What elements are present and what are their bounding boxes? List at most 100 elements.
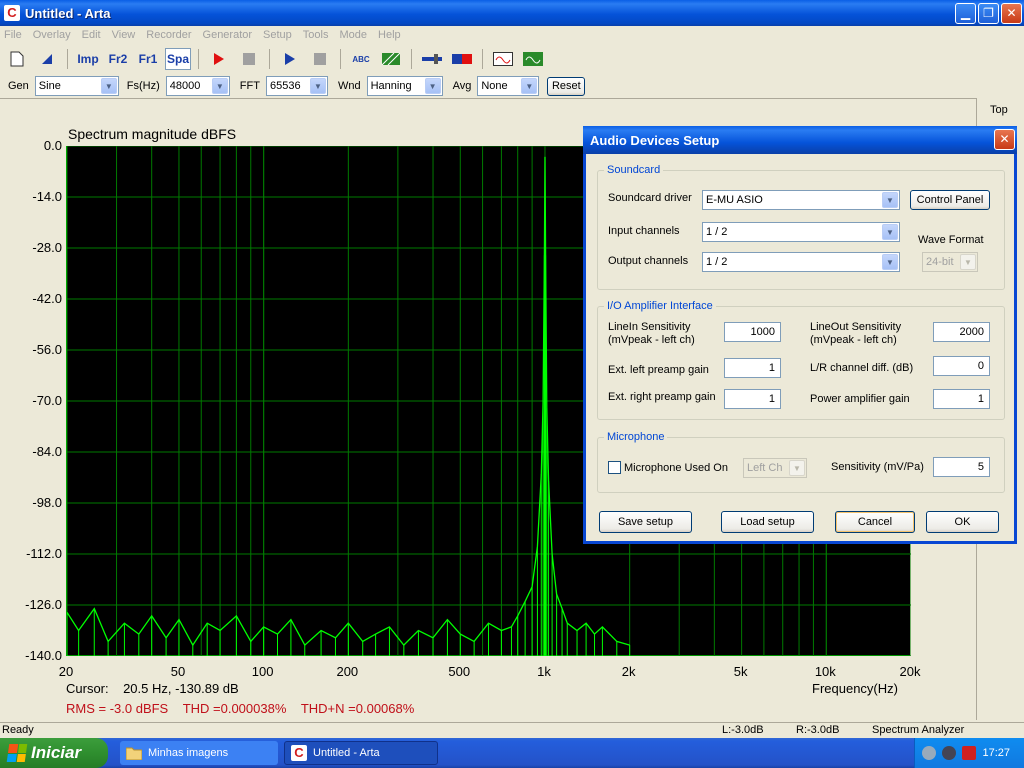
annotation-icon-label: ABC	[352, 54, 370, 64]
lr-channel-diff-input[interactable]: 0	[933, 356, 990, 376]
lineout-sensitivity-label-line1: LineOut Sensitivity	[810, 321, 902, 333]
menu-view[interactable]: View	[112, 29, 136, 41]
soundcard-driver-select[interactable]: E-MU ASIO ▼	[702, 190, 900, 210]
soundcard-group-title: Soundcard	[604, 164, 664, 176]
minimize-button[interactable]: ▁	[955, 3, 976, 24]
title-bar[interactable]: C Untitled - Arta ▁ ❐ ✕	[0, 0, 1024, 26]
open-icon[interactable]	[34, 48, 60, 70]
fft-size-select[interactable]: 65536 ▼	[265, 76, 328, 96]
scope-wave-icon[interactable]	[520, 48, 546, 70]
ext-right-preamp-label: Ext. right preamp gain	[608, 391, 716, 403]
control-panel-button[interactable]: Control Panel	[910, 190, 990, 210]
ext-left-preamp-input[interactable]: 1	[724, 358, 781, 378]
impulse-mode-button[interactable]: Imp	[75, 48, 101, 70]
toolbar-separator	[340, 49, 341, 69]
menu-file[interactable]: File	[4, 29, 22, 41]
microphone-group-title: Microphone	[604, 431, 668, 443]
window-function-value: Hanning	[370, 80, 412, 92]
clock: 17:27	[982, 747, 1010, 759]
generator-value: Sine	[38, 80, 61, 92]
linein-sensitivity-input[interactable]: 1000	[724, 322, 781, 342]
x-tick-label: 10k	[814, 664, 836, 679]
menu-edit[interactable]: Edit	[82, 29, 101, 41]
restore-button[interactable]: ❐	[978, 3, 999, 24]
security-shield-icon[interactable]	[962, 746, 977, 760]
dialog-close-button[interactable]: ✕	[994, 129, 1015, 150]
menu-generator[interactable]: Generator	[203, 29, 253, 41]
fft-size-value: 65536	[269, 80, 301, 92]
output-channels-label: Output channels	[608, 255, 689, 267]
audio-devices-setup-dialog: Audio Devices Setup ✕ Soundcard Soundcar…	[583, 126, 1017, 544]
slider-icon[interactable]	[419, 48, 445, 70]
taskbar-item-label: Untitled - Arta	[313, 747, 380, 759]
linein-sensitivity-label-line2: (mVpeak - left ch)	[608, 334, 695, 346]
load-setup-button[interactable]: Load setup	[721, 511, 814, 533]
y-tick-label: -140.0	[25, 648, 62, 663]
toolbar-separator	[482, 49, 483, 69]
averaging-select[interactable]: None ▼	[477, 76, 540, 96]
soundcard-driver-label: Soundcard driver	[608, 192, 692, 204]
output-channels-select[interactable]: 1 / 2 ▼	[702, 252, 900, 272]
sample-rate-select[interactable]: 48000 ▼	[165, 76, 230, 96]
record-play-icon[interactable]	[206, 48, 232, 70]
stop-icon[interactable]	[236, 48, 262, 70]
fr1-mode-button[interactable]: Fr1	[135, 48, 161, 70]
fr2-mode-button[interactable]: Fr2	[105, 48, 131, 70]
chevron-down-icon: ▼	[309, 78, 326, 94]
input-channels-select[interactable]: 1 / 2 ▼	[702, 222, 900, 242]
y-tick-label: -14.0	[32, 189, 62, 204]
taskbar-item-arta[interactable]: C Untitled - Arta	[284, 741, 438, 765]
start-button[interactable]: Iniciar	[0, 738, 108, 768]
wave-format-label: Wave Format	[918, 234, 984, 246]
wave-format-select: 24-bit ▼	[922, 252, 978, 272]
window-function-select[interactable]: Hanning ▼	[366, 76, 443, 96]
generator-stop-icon[interactable]	[307, 48, 333, 70]
microphone-used-checkbox[interactable]	[608, 461, 621, 474]
arta-app-icon[interactable]: C	[4, 5, 20, 21]
avg-label: Avg	[452, 80, 472, 92]
chevron-down-icon: ▼	[211, 78, 228, 94]
y-tick-label: -56.0	[32, 342, 62, 357]
top-button[interactable]: Top	[990, 104, 1008, 116]
ext-right-preamp-input[interactable]: 1	[724, 389, 781, 409]
input-channels-label: Input channels	[608, 225, 680, 237]
lineout-sensitivity-input[interactable]: 2000	[933, 322, 990, 342]
menu-setup[interactable]: Setup	[263, 29, 292, 41]
power-amplifier-gain-input[interactable]: 1	[933, 389, 990, 409]
menu-help[interactable]: Help	[378, 29, 401, 41]
menu-overlay[interactable]: Overlay	[33, 29, 71, 41]
fs-label: Fs(Hz)	[126, 80, 160, 92]
microphone-channel-select: Left Ch ▼	[743, 458, 807, 478]
generator-select[interactable]: Sine ▼	[34, 76, 119, 96]
thdn-value: THD+N =0.00068%	[300, 701, 415, 716]
chevron-down-icon: ▼	[521, 78, 538, 94]
status-left-level: L:-3.0dB	[722, 724, 764, 736]
dialog-title-bar[interactable]: Audio Devices Setup ✕	[583, 126, 1017, 154]
ok-button[interactable]: OK	[926, 511, 999, 533]
close-button[interactable]: ✕	[1001, 3, 1022, 24]
y-tick-label: -70.0	[32, 393, 62, 408]
menu-recorder[interactable]: Recorder	[146, 29, 191, 41]
annotation-icon[interactable]: ABC	[348, 48, 374, 70]
cancel-button[interactable]: Cancel	[835, 511, 915, 533]
fft-label: FFT	[239, 80, 260, 92]
y-tick-label: -84.0	[32, 444, 62, 459]
reset-button[interactable]: Reset	[547, 76, 586, 96]
network-icon[interactable]	[922, 746, 937, 760]
taskbar-item-minhas-imagens[interactable]: Minhas imagens	[120, 741, 278, 765]
menu-mode[interactable]: Mode	[339, 29, 367, 41]
signal-wave-icon[interactable]	[490, 48, 516, 70]
mic-sensitivity-input[interactable]: 5	[933, 457, 990, 477]
new-file-icon[interactable]	[4, 48, 30, 70]
averaging-value: None	[481, 80, 508, 92]
spectrum-mode-button[interactable]: Spa	[165, 48, 191, 70]
generator-play-icon[interactable]	[277, 48, 303, 70]
chevron-down-icon: ▼	[882, 192, 898, 208]
volume-icon[interactable]	[942, 746, 957, 760]
power-amplifier-gain-label: Power amplifier gain	[810, 393, 910, 405]
save-setup-button[interactable]: Save setup	[599, 511, 692, 533]
level-meter-icon[interactable]	[449, 48, 475, 70]
hatch-icon[interactable]	[378, 48, 404, 70]
gen-label: Gen	[8, 80, 29, 92]
menu-tools[interactable]: Tools	[303, 29, 329, 41]
